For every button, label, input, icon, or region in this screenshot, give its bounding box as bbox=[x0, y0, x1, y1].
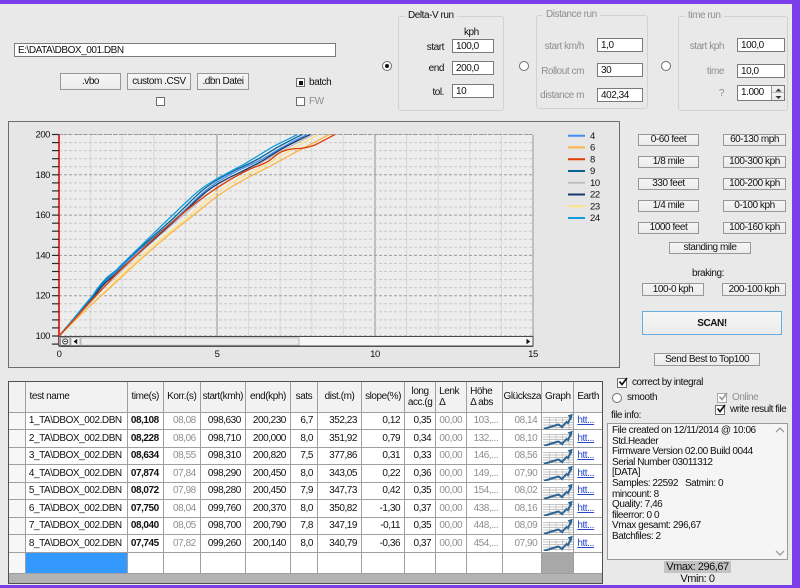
svg-text:120: 120 bbox=[35, 291, 50, 302]
svg-text:8: 8 bbox=[590, 154, 595, 165]
svg-text:23: 23 bbox=[590, 201, 600, 212]
svg-text:160: 160 bbox=[35, 210, 50, 221]
svg-text:22: 22 bbox=[590, 190, 600, 201]
svg-text:200: 200 bbox=[35, 130, 50, 141]
svg-text:15: 15 bbox=[528, 349, 538, 360]
svg-text:10: 10 bbox=[590, 178, 600, 189]
svg-text:9: 9 bbox=[590, 166, 595, 177]
svg-text:10: 10 bbox=[370, 349, 380, 360]
svg-text:180: 180 bbox=[35, 170, 50, 181]
svg-text:100: 100 bbox=[35, 331, 50, 342]
svg-text:24: 24 bbox=[590, 213, 600, 224]
svg-text:4: 4 bbox=[590, 131, 595, 142]
svg-text:5: 5 bbox=[215, 349, 220, 360]
svg-text:6: 6 bbox=[590, 143, 595, 154]
svg-text:0: 0 bbox=[57, 349, 62, 360]
svg-text:140: 140 bbox=[35, 250, 50, 261]
